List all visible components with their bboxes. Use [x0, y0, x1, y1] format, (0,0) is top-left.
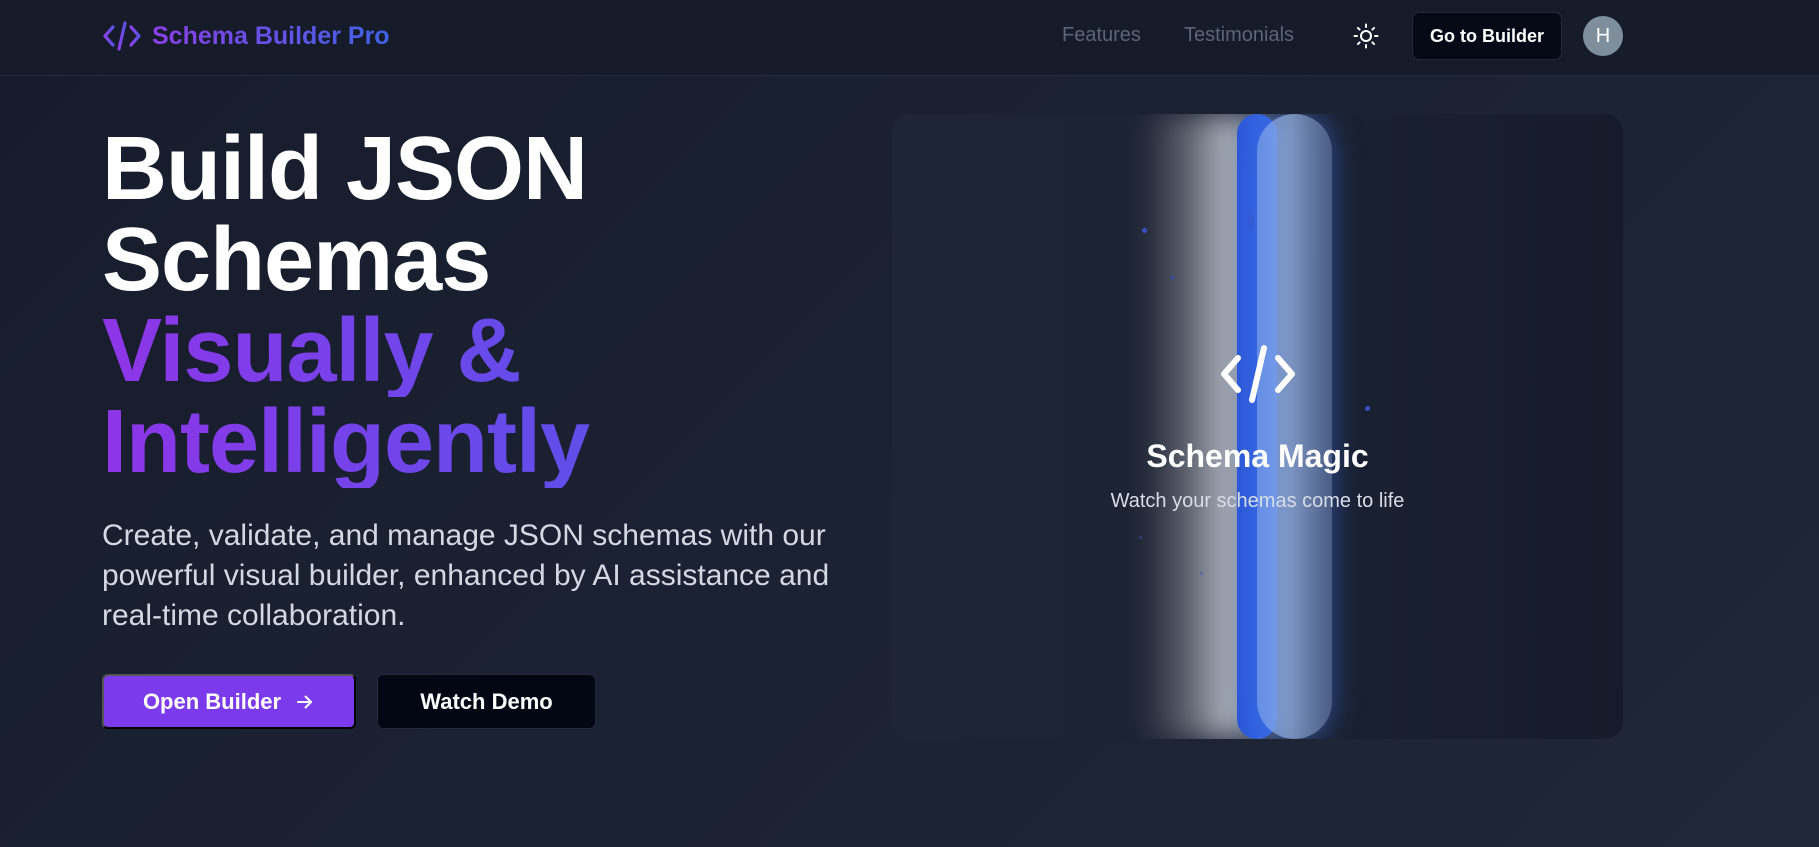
- sparkle-dot: [1139, 536, 1142, 539]
- schema-magic-card: Schema Magic Watch your schemas come to …: [892, 114, 1623, 739]
- hero-title-accent-line-1: Visually &: [102, 306, 842, 397]
- user-avatar[interactable]: H: [1583, 16, 1623, 56]
- hero-title-line-2: Schemas: [102, 210, 491, 310]
- sparkle-dot: [1365, 406, 1370, 411]
- sparkle-dot: [1248, 214, 1254, 228]
- schema-magic-title: Schema Magic: [1146, 438, 1369, 474]
- code-brackets-icon: [103, 21, 141, 51]
- sparkle-dot: [1142, 228, 1147, 233]
- sparkle-dot: [1200, 572, 1203, 575]
- hero-subtitle: Create, validate, and manage JSON schema…: [102, 519, 830, 632]
- go-to-builder-button[interactable]: Go to Builder: [1412, 12, 1562, 60]
- open-builder-label: Open Builder: [142, 688, 282, 714]
- brand-logo-link[interactable]: Schema Builder Pro: [102, 18, 390, 54]
- nav-link-testimonials[interactable]: Testimonials: [1184, 24, 1294, 47]
- theme-toggle-button[interactable]: [1352, 22, 1380, 50]
- open-builder-button[interactable]: Open Builder: [102, 674, 356, 729]
- hero-title: Build JSON Schemas Visually & Intelligen…: [102, 124, 842, 488]
- schema-magic-subtitle: Watch your schemas come to life: [1110, 490, 1405, 512]
- code-brackets-icon: [1221, 345, 1295, 403]
- hero-title-line-1: Build JSON: [102, 119, 588, 219]
- arrow-right-icon: [297, 695, 313, 708]
- sun-icon: [1353, 23, 1379, 49]
- nav-link-features[interactable]: Features: [1062, 24, 1141, 47]
- hero-title-accent-line-2: Intelligently: [102, 397, 842, 488]
- sparkle-dot: [1171, 276, 1174, 279]
- brand-name: Schema Builder Pro: [152, 21, 390, 50]
- light-beam-pill: [1257, 114, 1332, 739]
- top-navbar: Schema Builder Pro Features Testimonials…: [0, 0, 1819, 76]
- watch-demo-button[interactable]: Watch Demo: [377, 674, 596, 729]
